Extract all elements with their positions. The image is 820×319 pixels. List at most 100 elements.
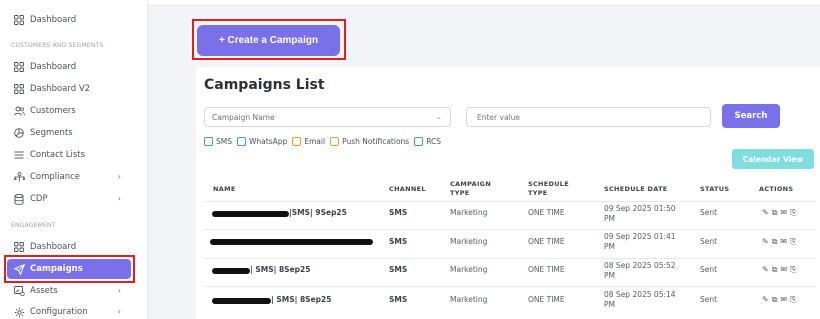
column-header-name[interactable]: NAME bbox=[213, 185, 236, 194]
sidebar-item-label: Dashboard bbox=[30, 15, 77, 25]
column-header-schedule-type[interactable]: SCHEDULE TYPE bbox=[528, 180, 569, 198]
copy-icon[interactable]: ⧉ bbox=[772, 295, 778, 305]
sidebar-item-label: CDP bbox=[30, 194, 48, 204]
section-label-customers: CUSTOMERS AND SEGMENTS bbox=[11, 42, 104, 49]
sidebar-item-cdp[interactable]: CDP › bbox=[7, 189, 131, 209]
compliance-icon bbox=[13, 171, 25, 183]
status-cell: Sent bbox=[700, 295, 718, 304]
grid-icon bbox=[13, 83, 25, 95]
create-campaign-button[interactable]: + Create a Campaign bbox=[197, 25, 340, 56]
copy-icon[interactable]: ⧉ bbox=[772, 208, 778, 218]
copy-icon[interactable]: ⧉ bbox=[772, 265, 778, 275]
schedule-date-cell: 09 Sep 2025 01:50 PM bbox=[604, 204, 676, 223]
sidebar-item-engagement-dashboard[interactable]: Dashboard bbox=[7, 237, 131, 257]
edit-icon[interactable]: ✎ bbox=[762, 208, 769, 218]
sidebar-item-label: Dashboard V2 bbox=[30, 84, 91, 94]
checkbox-icon bbox=[414, 137, 424, 146]
checkbox-icon bbox=[237, 137, 246, 146]
channel-filters: SMS WhatsApp Email Push Notifications RC… bbox=[204, 137, 446, 146]
grid-icon bbox=[13, 61, 25, 73]
channel-cell: SMS bbox=[389, 208, 408, 217]
sidebar-item-dashboard[interactable]: Dashboard bbox=[7, 57, 131, 77]
section-label-engagement: ENGAGEMENT bbox=[11, 222, 56, 229]
sidebar-item-segments[interactable]: Segments bbox=[7, 123, 131, 143]
search-button[interactable]: Search bbox=[722, 104, 780, 128]
column-header-status[interactable]: STATUS bbox=[700, 185, 729, 194]
campaign-name[interactable]: | SMS| 8Sep25 bbox=[271, 295, 331, 304]
mail-icon[interactable]: ✉ bbox=[780, 237, 787, 247]
channel-checkbox-whatsapp[interactable]: WhatsApp bbox=[237, 137, 287, 146]
grid-icon bbox=[13, 14, 25, 26]
schedule-type-cell: ONE TIME bbox=[528, 208, 565, 217]
edit-icon[interactable]: ✎ bbox=[762, 295, 769, 305]
campaign-type-cell: Marketing bbox=[450, 208, 488, 217]
sidebar-item-dashboard-v2[interactable]: Dashboard V2 bbox=[7, 79, 131, 99]
checkbox-label: Email bbox=[304, 137, 326, 146]
edit-icon[interactable]: ✎ bbox=[762, 265, 769, 275]
campaign-type-cell: Marketing bbox=[450, 295, 488, 304]
sidebar: Dashboard CUSTOMERS AND SEGMENTS Dashboa… bbox=[0, 0, 148, 319]
pie-icon bbox=[13, 127, 25, 139]
page-title: Campaigns List bbox=[204, 77, 325, 93]
calendar-view-button[interactable]: Calendar View bbox=[732, 149, 814, 169]
table-divider bbox=[204, 229, 816, 230]
chevron-right-icon: › bbox=[117, 307, 121, 316]
channel-checkbox-rcs[interactable]: RCS bbox=[414, 137, 441, 146]
list-icon bbox=[13, 149, 25, 161]
channel-checkbox-sms[interactable]: SMS bbox=[204, 137, 232, 146]
sidebar-item-compliance[interactable]: Compliance › bbox=[7, 167, 131, 187]
schedule-type-cell: ONE TIME bbox=[528, 237, 565, 246]
checkbox-icon bbox=[330, 137, 340, 146]
report-icon[interactable]: ⎘ bbox=[790, 237, 796, 247]
channel-cell: SMS bbox=[389, 237, 408, 246]
redacted-text bbox=[210, 239, 373, 245]
column-header-campaign-type[interactable]: CAMPAIGN TYPE bbox=[450, 180, 491, 198]
column-header-channel[interactable]: CHANNEL bbox=[389, 185, 426, 194]
redacted-text bbox=[212, 298, 271, 304]
sidebar-item-configuration[interactable]: Configuration › bbox=[7, 302, 131, 319]
campaigns-highlight-outline bbox=[4, 255, 135, 283]
mail-icon[interactable]: ✉ bbox=[780, 208, 787, 218]
campaign-name[interactable]: | SMS| 8Sep25 bbox=[250, 265, 310, 274]
chevron-right-icon: › bbox=[117, 286, 121, 295]
sidebar-item-label: Assets bbox=[30, 286, 58, 296]
campaigns-list-card: Campaigns List Campaign Name ⌄ Search SM… bbox=[196, 67, 820, 319]
schedule-date-cell: 09 Sep 2025 01:41 PM bbox=[604, 232, 676, 251]
filter-value-input[interactable] bbox=[466, 107, 711, 127]
checkbox-label: SMS bbox=[216, 137, 232, 146]
sidebar-item-label: Compliance bbox=[30, 172, 81, 182]
sidebar-item-label: Customers bbox=[30, 106, 76, 116]
table-divider bbox=[204, 258, 816, 259]
status-cell: Sent bbox=[700, 208, 718, 217]
sidebar-item-customers[interactable]: Customers bbox=[7, 101, 131, 121]
report-icon[interactable]: ⎘ bbox=[790, 265, 796, 275]
chevron-right-icon: › bbox=[117, 172, 121, 181]
report-icon[interactable]: ⎘ bbox=[790, 208, 796, 218]
row-actions: ✎ ⧉ ✉ ⎘ bbox=[762, 237, 797, 247]
filter-field-value: Campaign Name bbox=[212, 112, 275, 122]
channel-checkbox-email[interactable]: Email bbox=[292, 137, 325, 146]
sidebar-item-assets[interactable]: Assets › bbox=[7, 281, 131, 301]
campaign-type-cell: Marketing bbox=[450, 237, 488, 246]
filter-field-select[interactable]: Campaign Name ⌄ bbox=[204, 107, 451, 127]
column-header-schedule-date[interactable]: SCHEDULE DATE bbox=[604, 185, 668, 194]
channel-cell: SMS bbox=[389, 265, 408, 274]
table-divider bbox=[204, 201, 816, 202]
database-icon bbox=[13, 193, 25, 205]
campaign-name[interactable]: |SMS| 9Sep25 bbox=[289, 208, 347, 217]
edit-icon[interactable]: ✎ bbox=[762, 237, 769, 247]
channel-checkbox-push[interactable]: Push Notifications bbox=[330, 137, 409, 146]
status-cell: Sent bbox=[700, 237, 718, 246]
mail-icon[interactable]: ✉ bbox=[780, 295, 787, 305]
sidebar-item-dashboard-top[interactable]: Dashboard bbox=[7, 10, 131, 30]
sidebar-item-contact-lists[interactable]: Contact Lists bbox=[7, 145, 131, 165]
row-actions: ✎ ⧉ ✉ ⎘ bbox=[762, 265, 797, 275]
checkbox-icon bbox=[292, 137, 302, 146]
schedule-type-cell: ONE TIME bbox=[528, 295, 565, 304]
mail-icon[interactable]: ✉ bbox=[780, 265, 787, 275]
sidebar-item-label: Segments bbox=[30, 128, 73, 138]
copy-icon[interactable]: ⧉ bbox=[772, 237, 778, 247]
report-icon[interactable]: ⎘ bbox=[790, 295, 796, 305]
chevron-down-icon: ⌄ bbox=[436, 113, 442, 121]
assets-icon bbox=[13, 285, 25, 297]
